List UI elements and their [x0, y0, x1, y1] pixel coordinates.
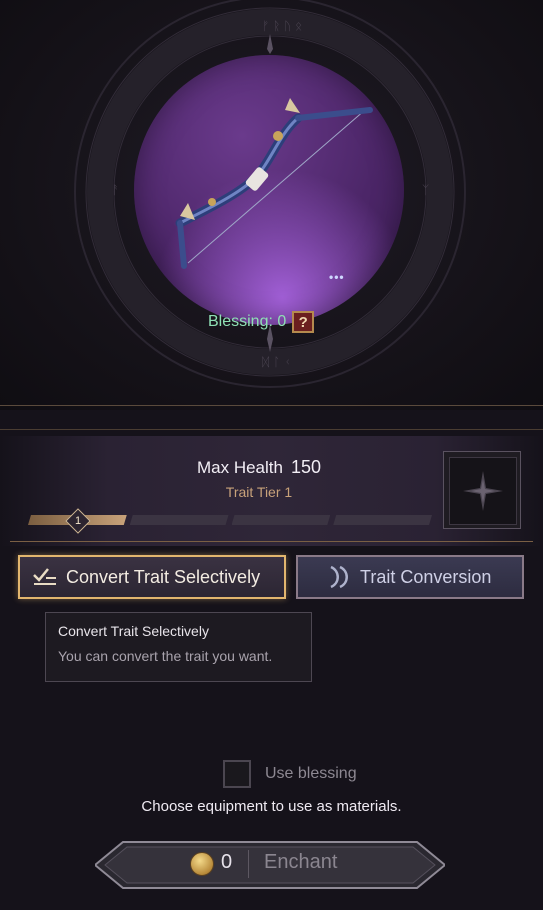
tooltip: Convert Trait Selectively You can conver… — [45, 612, 312, 682]
ornament-divider — [10, 541, 533, 542]
bow-icon — [175, 98, 373, 269]
divider — [248, 850, 249, 878]
item-showcase: ᚠ ᚱ ᚢ ᛟ ᚨ ᛉ ᛞ ᛚ ᚲ ••• Blessing: 0 ? — [0, 0, 543, 410]
svg-text:ᛉ: ᛉ — [422, 183, 429, 197]
tier-number: 1 — [74, 515, 82, 527]
svg-text:ᛞ ᛚ ᚲ: ᛞ ᛚ ᚲ — [262, 355, 291, 369]
progress-segment — [231, 515, 331, 525]
button-label: Trait Conversion — [360, 566, 492, 587]
tooltip-description: You can convert the trait you want. — [58, 648, 273, 664]
checklist-icon — [33, 568, 56, 585]
blessing-count: Blessing: 0 — [208, 313, 287, 330]
tooltip-title: Convert Trait Selectively — [58, 623, 209, 639]
trait-conversion-button[interactable]: Trait Conversion — [296, 555, 524, 599]
enchant-cost: 0 — [221, 851, 233, 873]
ellipsis-icon[interactable]: ••• — [329, 271, 349, 283]
convert-trait-selectively-button[interactable]: Convert Trait Selectively — [18, 555, 286, 599]
trait-slot[interactable] — [443, 451, 521, 529]
progress-segment — [129, 515, 229, 525]
help-icon[interactable]: ? — [292, 311, 315, 333]
blessing-row: Blessing: 0 ? — [208, 309, 315, 335]
trait-value: 150 — [290, 457, 322, 477]
progress-segment — [333, 515, 432, 525]
svg-text:ᚨ: ᚨ — [112, 183, 119, 197]
use-blessing-checkbox[interactable] — [223, 760, 251, 788]
enchant-label: Enchant — [264, 851, 338, 873]
use-blessing-label: Use blessing — [265, 765, 357, 782]
svg-text:ᚠ ᚱ ᚢ ᛟ: ᚠ ᚱ ᚢ ᛟ — [262, 19, 302, 33]
button-label: Convert Trait Selectively — [66, 566, 261, 587]
divider — [0, 429, 543, 430]
instruction-text: Choose equipment to use as materials. — [141, 798, 402, 815]
trait-stat: Max Health 150 — [0, 457, 518, 478]
compass-star-icon — [463, 471, 503, 511]
use-blessing-row: Use blessing — [223, 760, 357, 788]
coin-icon — [190, 852, 214, 876]
trait-tier-label: Trait Tier 1 — [225, 484, 293, 500]
conversion-icon — [330, 565, 348, 589]
trait-name: Max Health — [196, 458, 283, 477]
divider — [0, 405, 543, 406]
